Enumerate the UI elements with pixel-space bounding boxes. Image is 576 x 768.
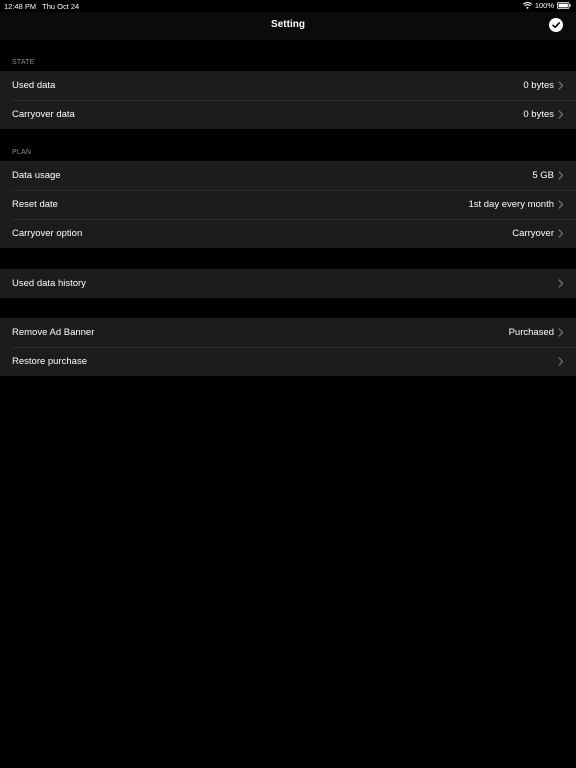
row-value: Purchased [508,327,554,338]
row-label: Restore purchase [12,356,87,367]
state-group: Used data 0 bytes Carryover data 0 bytes [0,71,576,129]
carryover-data-row[interactable]: Carryover data 0 bytes [0,100,576,129]
row-label: Used data [12,80,56,91]
section-header-plan: PLAN [12,149,32,156]
plan-group: Data usage 5 GB Reset date 1st day every… [0,161,576,248]
chevron-right-icon [558,171,564,180]
purchase-group: Remove Ad Banner Purchased Restore purch… [0,318,576,376]
data-usage-row[interactable]: Data usage 5 GB [0,161,576,190]
battery-percent: 100% [534,1,554,10]
status-time: 12:48 PM [4,2,37,11]
status-right: 100% [522,1,571,10]
used-data-row[interactable]: Used data 0 bytes [0,71,576,100]
wifi-icon [522,2,532,9]
chevron-right-icon [558,279,564,288]
reset-date-row[interactable]: Reset date 1st day every month [0,190,576,219]
chevron-right-icon [558,357,564,366]
row-label: Data usage [12,170,61,181]
done-button[interactable] [549,18,563,32]
chevron-right-icon [558,229,564,238]
row-value: 1st day every month [468,199,554,210]
remove-ad-banner-row[interactable]: Remove Ad Banner Purchased [0,318,576,347]
row-value: Carryover [512,228,554,239]
row-label: Used data history [12,278,86,289]
checkmark-circle-icon [552,22,560,29]
row-label: Reset date [12,199,58,210]
row-label: Carryover data [12,109,75,120]
chevron-right-icon [558,110,564,119]
navigation-bar: Setting [0,12,576,40]
status-left: 12:48 PM Thu Oct 24 [4,2,79,11]
settings-screen: 12:48 PM Thu Oct 24 100% Setting STATE U… [0,0,576,768]
restore-purchase-row[interactable]: Restore purchase [0,347,576,376]
chevron-right-icon [558,81,564,90]
chevron-right-icon [558,200,564,209]
section-header-state: STATE [12,59,35,66]
used-data-history-row[interactable]: Used data history [0,269,576,298]
page-title: Setting [271,19,305,30]
status-bar: 12:48 PM Thu Oct 24 100% [0,0,576,12]
row-label: Remove Ad Banner [12,327,95,338]
carryover-option-row[interactable]: Carryover option Carryover [0,219,576,248]
row-value: 0 bytes [523,80,554,91]
row-value: 5 GB [532,170,554,181]
row-value: 0 bytes [523,109,554,120]
chevron-right-icon [558,328,564,337]
history-group: Used data history [0,269,576,298]
row-label: Carryover option [12,228,83,239]
battery-icon [557,2,571,9]
status-date: Thu Oct 24 [42,2,80,11]
